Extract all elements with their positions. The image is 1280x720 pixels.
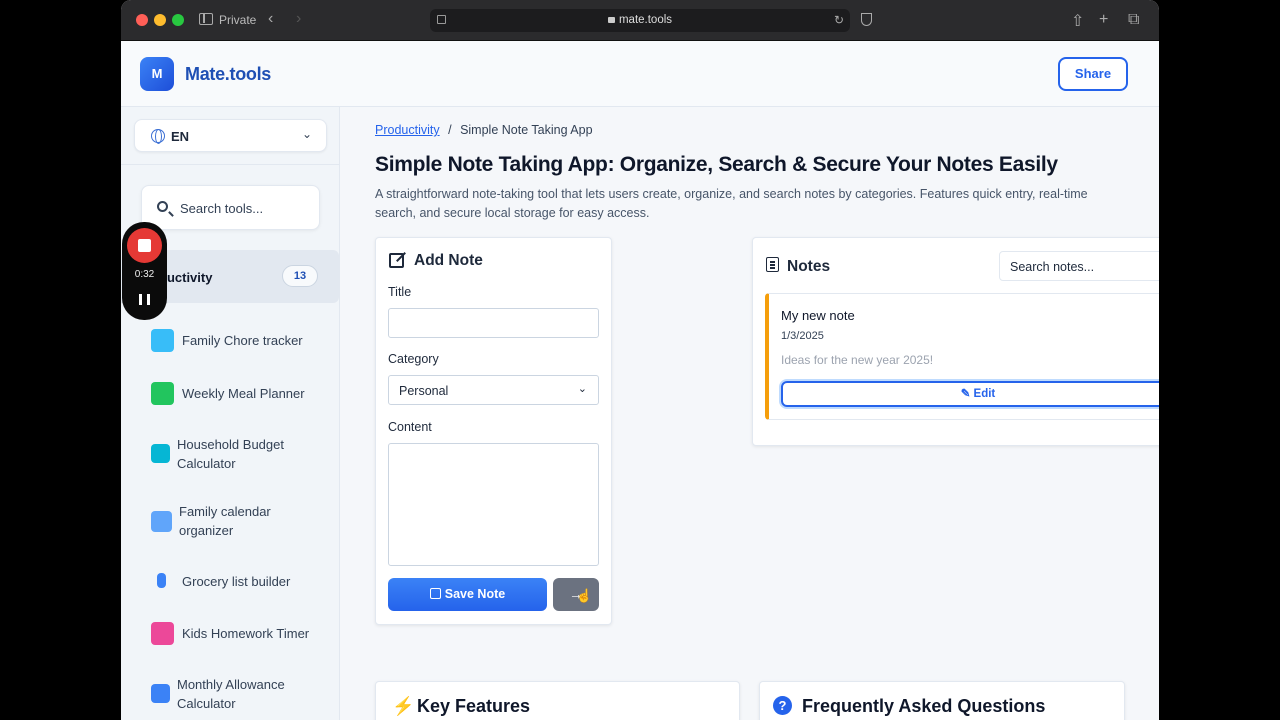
faq-title: Frequently Asked Questions	[802, 696, 1046, 716]
note-title: My new note	[781, 308, 855, 323]
note-content: Ideas for the new year 2025!	[781, 353, 934, 367]
screen-recorder-widget: 0:32	[122, 222, 167, 320]
category-select[interactable]: Personal ⌄	[388, 375, 599, 405]
browser-window: Private ‹ › mate.tools ↻ ⇧ + ⧉ M Mate.to…	[121, 0, 1159, 720]
key-features-title: Key Features	[417, 696, 531, 716]
calendar-icon	[151, 382, 174, 405]
tool-name: Monthly Allowance Calculator	[177, 677, 285, 711]
search-notes-input[interactable]: Search notes...	[999, 251, 1159, 281]
download-icon	[429, 588, 441, 599]
url-text: mate.tools	[618, 14, 673, 26]
sidebar-toggle-icon[interactable]	[199, 13, 213, 25]
sidebar-item-family-calendar-organizer[interactable]: Family calendar organizer	[151, 502, 331, 542]
tool-name: Household Budget Calculator	[177, 437, 284, 471]
breadcrumb-link-productivity[interactable]: Productivity	[375, 123, 440, 137]
title-input[interactable]	[388, 308, 599, 338]
note-date: 1/3/2025	[781, 330, 824, 342]
faq-card: ? Frequently Asked Questions	[759, 681, 1125, 720]
tab-overview-icon[interactable]: ⧉	[1128, 11, 1139, 29]
sidebar-item-monthly-allowance-calculator[interactable]: Monthly Allowance Calculator	[151, 675, 331, 715]
edit-note-button[interactable]: ✎ Edit	[781, 381, 1159, 407]
globe-icon	[151, 129, 165, 144]
content-label: Content	[388, 420, 432, 434]
tool-name: Kids Homework Timer	[182, 626, 310, 641]
close-window-button[interactable]	[136, 14, 148, 26]
tool-name: Weekly Meal Planner	[182, 386, 305, 401]
forward-icon[interactable]: ›	[296, 10, 301, 28]
page-description: A straightforward note-taking tool that …	[375, 187, 1088, 220]
lightning-icon: ⚡	[392, 696, 415, 716]
breadcrumb-separator: /	[448, 123, 452, 137]
pause-icon[interactable]	[139, 294, 150, 305]
logo-text[interactable]: Mate.tools	[185, 64, 271, 85]
category-count-badge: 13	[282, 265, 318, 287]
notes-card: Notes Search notes... My new note 1/3/20…	[752, 237, 1159, 446]
stop-recording-button[interactable]	[127, 228, 162, 263]
site-header: M Mate.tools Share	[121, 41, 1159, 107]
sidebar-item-family-chore-tracker[interactable]: Family Chore tracker	[151, 329, 331, 353]
tool-name: Grocery list builder	[182, 574, 291, 589]
share-icon[interactable]: ⇧	[1071, 11, 1084, 31]
sidebar-divider	[121, 164, 339, 165]
add-note-title: Add Note	[414, 252, 483, 269]
sidebar-item-weekly-meal-planner[interactable]: Weekly Meal Planner	[151, 382, 331, 406]
save-note-label: Save Note	[444, 587, 506, 601]
language-code: EN	[171, 129, 190, 144]
cart-icon	[157, 573, 166, 588]
calendar-icon	[151, 511, 172, 532]
category-selected-value: Personal	[399, 384, 449, 398]
share-button[interactable]: Share	[1058, 57, 1128, 91]
search-tools-placeholder: Search tools...	[180, 201, 264, 216]
tool-name: Family Chore tracker	[182, 333, 303, 348]
content-textarea[interactable]	[388, 443, 599, 566]
lock-icon	[607, 17, 615, 23]
note-item: My new note 1/3/2025 Ideas for the new y…	[765, 293, 1159, 420]
tool-name: Family calendar organizer	[179, 504, 271, 538]
breadcrumb: Productivity / Simple Note Taking App	[375, 123, 593, 137]
calculator-icon	[151, 444, 170, 463]
sidebar-item-kids-homework-timer[interactable]: Kids Homework Timer	[151, 622, 331, 646]
sidebar-item-household-budget-calculator[interactable]: Household Budget Calculator	[151, 435, 331, 475]
edit-label: Edit	[973, 388, 996, 400]
timer-icon	[151, 622, 174, 645]
mouse-cursor-icon: ☝	[576, 588, 593, 603]
breadcrumb-current: Simple Note Taking App	[460, 123, 593, 137]
address-bar[interactable]: mate.tools ↻	[430, 9, 850, 32]
add-note-card: Add Note Title Category Personal ⌄ Conte…	[375, 237, 612, 625]
back-icon[interactable]: ‹	[268, 10, 273, 28]
save-note-button[interactable]: Save Note	[388, 578, 547, 611]
minimize-window-button[interactable]	[154, 14, 166, 26]
privacy-shield-icon[interactable]	[861, 13, 872, 26]
title-label: Title	[388, 285, 412, 299]
question-icon: ?	[773, 696, 792, 715]
chevron-down-icon: ⌄	[301, 127, 312, 141]
key-features-card: ⚡ Key Features	[375, 681, 740, 720]
notes-title: Notes	[787, 258, 831, 275]
search-notes-placeholder: Search notes...	[1010, 260, 1095, 274]
reload-icon[interactable]: ↻	[834, 13, 844, 27]
language-select[interactable]: EN ⌄	[134, 119, 327, 152]
search-icon	[157, 201, 168, 212]
edit-note-icon	[389, 253, 404, 268]
notebook-icon	[766, 257, 779, 272]
chevron-down-icon: ⌄	[577, 383, 587, 395]
sidebar-item-grocery-list-builder[interactable]: Grocery list builder	[151, 570, 331, 594]
page-title: Simple Note Taking App: Organize, Search…	[375, 153, 1058, 176]
category-label: ductivity	[159, 270, 213, 285]
zoom-window-button[interactable]	[172, 14, 184, 26]
new-tab-icon[interactable]: +	[1099, 11, 1108, 29]
private-label: Private	[219, 13, 257, 27]
search-tools-input[interactable]: Search tools...	[141, 185, 320, 230]
category-label: Category	[388, 352, 439, 366]
browser-toolbar: Private ‹ › mate.tools ↻ ⇧ + ⧉	[121, 0, 1159, 41]
sidebar: EN ⌄ Search tools... ductivity 13 Family…	[121, 107, 340, 720]
pencil-icon: ✎	[960, 388, 974, 400]
logo-icon[interactable]: M	[140, 57, 174, 91]
recording-time: 0:32	[134, 269, 155, 280]
checklist-icon	[151, 329, 174, 352]
calculator-icon	[151, 684, 170, 703]
